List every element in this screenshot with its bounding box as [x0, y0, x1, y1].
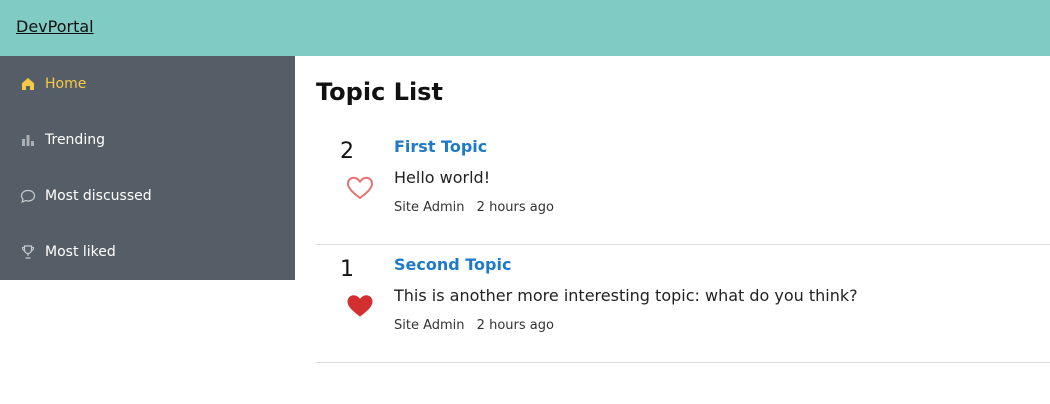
sidebar-item-most-liked[interactable]: Most liked: [0, 224, 295, 280]
topic-body: This is another more interesting topic: …: [394, 286, 858, 305]
sidebar-item-label: Trending: [45, 132, 105, 148]
topic-author: Site Admin: [394, 318, 465, 333]
topic-time: 2 hours ago: [476, 318, 554, 333]
topic-time: 2 hours ago: [476, 200, 554, 215]
chat-bubble-icon: [20, 188, 36, 204]
sidebar-item-label: Most discussed: [45, 188, 152, 204]
topic-meta: Site Admin 2 hours ago: [394, 200, 554, 215]
sidebar: Home Trending Most discussed Most liked: [0, 56, 295, 280]
bar-chart-icon: [20, 132, 36, 148]
sidebar-item-trending[interactable]: Trending: [0, 112, 295, 168]
sidebar-item-label: Most liked: [45, 244, 116, 260]
page-title: Topic List: [316, 78, 443, 106]
topic-row: 2 First Topic Hello world! Site Admin 2 …: [316, 127, 1050, 245]
topic-body: Hello world!: [394, 168, 491, 187]
topic-title-link[interactable]: Second Topic: [394, 255, 511, 274]
sidebar-item-label: Home: [45, 76, 87, 92]
vote-count: 2: [340, 139, 354, 164]
sidebar-item-home[interactable]: Home: [0, 56, 295, 112]
heart-outline-icon[interactable]: [346, 175, 374, 201]
topic-author: Site Admin: [394, 200, 465, 215]
top-header: DevPortal: [0, 0, 1050, 56]
trophy-icon: [20, 244, 36, 260]
brand-link[interactable]: DevPortal: [16, 17, 94, 36]
home-icon: [20, 76, 36, 92]
vote-count: 1: [340, 257, 354, 282]
heart-filled-icon[interactable]: [346, 293, 374, 319]
topic-meta: Site Admin 2 hours ago: [394, 318, 554, 333]
sidebar-item-most-discussed[interactable]: Most discussed: [0, 168, 295, 224]
topic-row: 1 Second Topic This is another more inte…: [316, 245, 1050, 363]
topic-title-link[interactable]: First Topic: [394, 137, 487, 156]
